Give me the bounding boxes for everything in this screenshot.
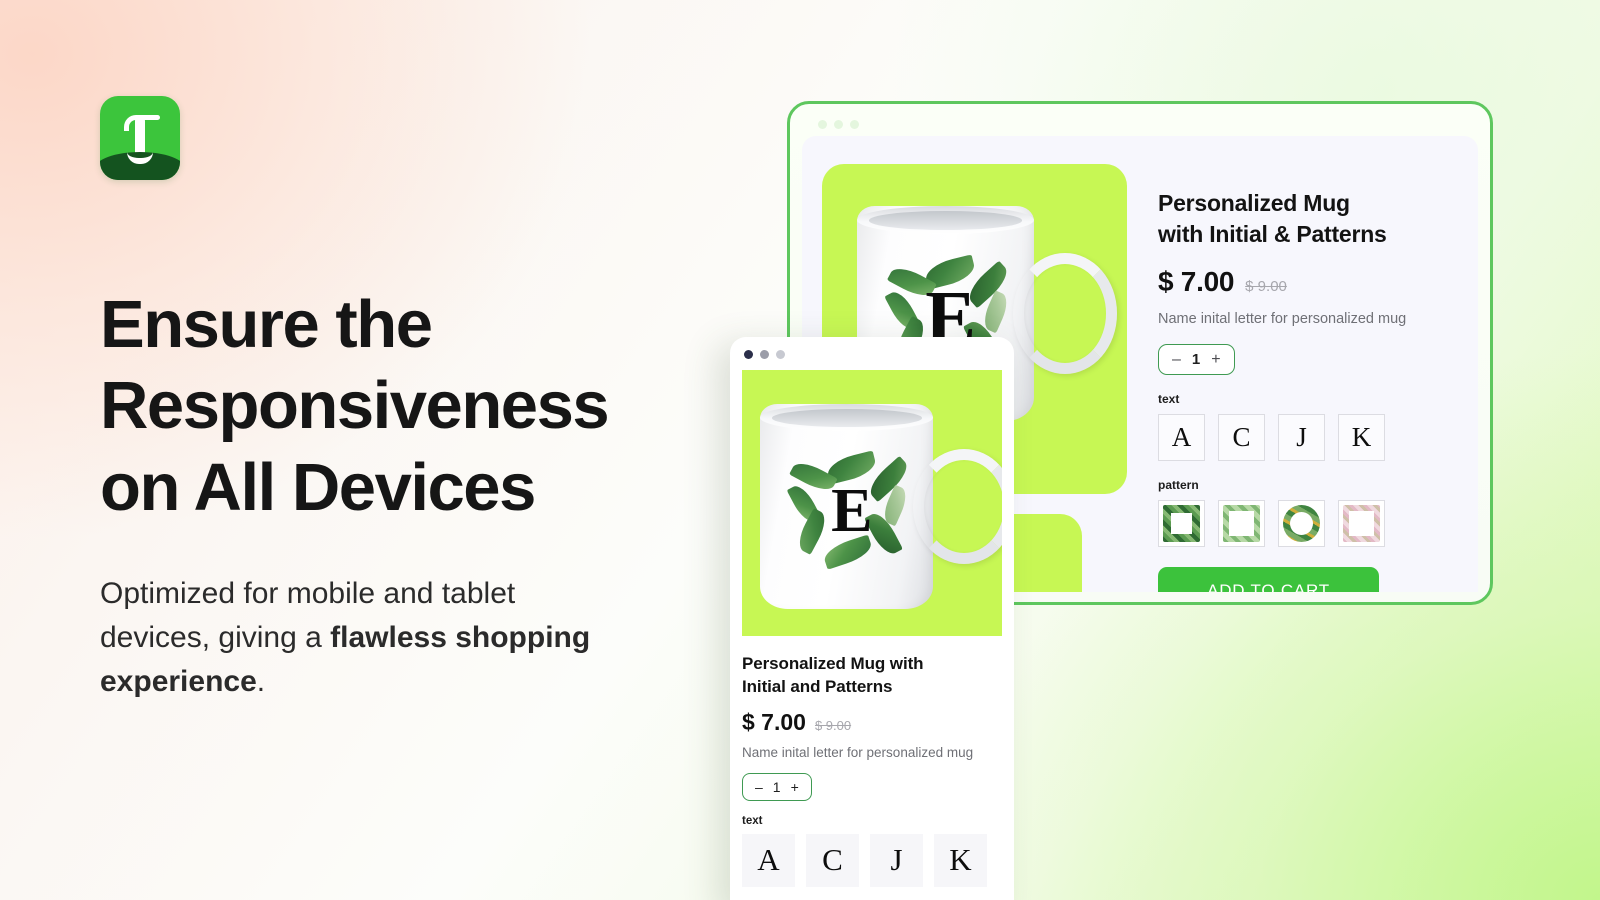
mug-rim-inner [868,211,1022,230]
left-content-column: Ensure the Responsiveness on All Devices… [100,96,700,704]
original-price: $ 9.00 [1245,278,1287,296]
pattern-swatch-leafy-light[interactable] [1218,500,1265,548]
text-option-label: text [1158,392,1180,407]
window-dot-2-icon [834,120,843,129]
tablet-window-controls [802,114,1478,136]
page-subtitle: Optimized for mobile and tablet devices,… [100,572,605,703]
phone-product-image: E [742,370,1002,636]
text-swatch-j[interactable]: J [870,833,923,887]
quantity-value: 1 [772,778,781,795]
text-swatch-k[interactable]: K [934,833,987,887]
tablet-product-details: Personalized Mug with Initial & Patterns… [1134,136,1478,592]
phone-window-controls [742,337,1002,370]
brand-logo-icon [100,96,180,180]
text-swatch-c[interactable]: C [1218,414,1265,462]
pattern-option-swatches [1158,500,1454,548]
quantity-decrease-button[interactable]: – [1172,351,1181,368]
hero-slide: Ensure the Responsiveness on All Devices… [0,0,1600,900]
text-swatch-a[interactable]: A [1158,414,1205,462]
quantity-increase-button[interactable]: + [791,779,799,795]
add-to-cart-button[interactable]: ADD TO CART [1158,567,1379,592]
current-price: $ 7.00 [1158,266,1235,298]
mug-rim-inner [771,408,922,427]
window-dot-2-icon [760,350,769,359]
product-title-line-1: Personalized Mug [1158,190,1350,216]
original-price: $ 9.00 [814,717,852,733]
pen-body-shape [135,119,145,155]
pattern-preview-icon [1163,505,1200,542]
product-title-line-1: Personalized Mug with [742,654,924,673]
quantity-value: 1 [1191,351,1201,369]
text-option-swatches: A C J K [1158,414,1454,462]
quantity-stepper[interactable]: – 1 + [742,772,812,801]
text-option-label: text [742,814,763,827]
text-option-swatches: A C J K [742,833,1002,887]
window-dot-3-icon [850,120,859,129]
quantity-stepper[interactable]: – 1 + [1158,344,1235,376]
pattern-option-label: pattern [1158,478,1199,493]
pattern-swatch-floral-pink[interactable] [1338,500,1385,548]
text-swatch-j[interactable]: J [1278,414,1325,462]
pattern-preview-icon [1283,505,1320,542]
mug-handle [1013,253,1117,374]
window-dot-1-icon [818,120,827,129]
product-note: Name inital letter for personalized mug [742,744,974,760]
mug-artwork: E [787,449,913,570]
text-swatch-k[interactable]: K [1338,414,1385,462]
window-dot-1-icon [744,350,753,359]
current-price: $ 7.00 [742,708,806,735]
product-image-mug: E [760,404,1002,609]
page-title: Ensure the Responsiveness on All Devices [100,287,610,525]
text-swatch-c[interactable]: C [806,833,859,887]
subtitle-text-part2: . [256,664,266,698]
product-title-line-2: Initial and Patterns [742,676,893,696]
quantity-increase-button[interactable]: + [1211,351,1220,368]
pattern-swatch-wreath-gold[interactable] [1278,500,1325,548]
product-title: Personalized Mug with Initial & Patterns [1158,188,1454,249]
pattern-preview-icon [1223,505,1260,542]
product-title-line-2: with Initial & Patterns [1158,220,1387,247]
product-note: Name inital letter for personalized mug [1158,311,1407,328]
product-title: Personalized Mug with Initial and Patter… [742,653,1002,699]
pattern-swatch-leafy-dense[interactable] [1158,500,1205,548]
mug-initial-letter: E [831,476,873,545]
price-row: $ 7.00 $ 9.00 [742,709,1002,736]
pattern-preview-icon [1343,505,1380,542]
phone-mockup: E Personalized Mug with Initial and Patt… [730,337,1014,900]
quantity-decrease-button[interactable]: – [755,779,763,795]
text-swatch-a[interactable]: A [742,833,795,887]
window-dot-3-icon [776,350,785,359]
price-row: $ 7.00 $ 9.00 [1158,266,1454,298]
